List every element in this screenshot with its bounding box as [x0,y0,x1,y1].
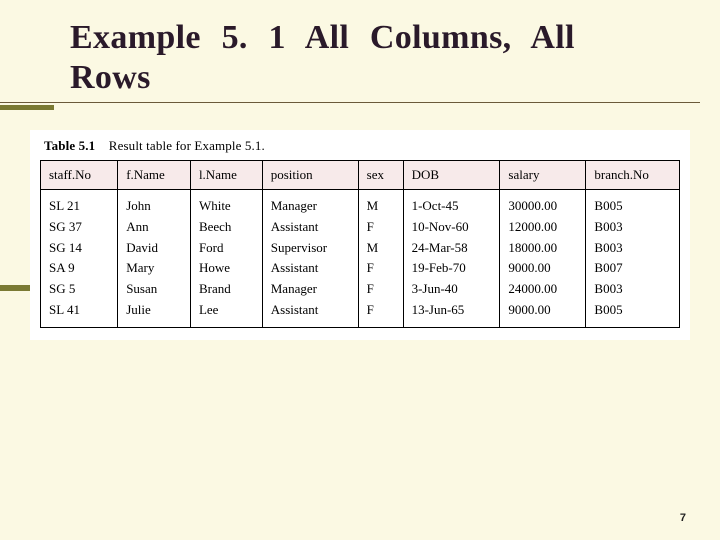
table-caption-label: Table 5.1 [44,138,95,153]
rule-thin [0,102,700,103]
cell-col5: 1-Oct-4510-Nov-6024-Mar-5819-Feb-703-Jun… [403,190,500,328]
col-header: l.Name [190,161,262,190]
rule-thick [0,105,54,110]
slide: Example 5. 1 All Columns, All Rows Table… [0,0,720,540]
col-header: position [262,161,358,190]
cell-col3: ManagerAssistantSupervisorAssistantManag… [262,190,358,328]
col-header: branch.No [586,161,680,190]
result-table: staff.No f.Name l.Name position sex DOB … [40,160,680,328]
col-header: salary [500,161,586,190]
cell-col2: WhiteBeechFordHoweBrandLee [190,190,262,328]
col-header: sex [358,161,403,190]
title-rule [0,102,720,110]
table-area: Table 5.1 Result table for Example 5.1. … [30,130,690,340]
cell-col1: JohnAnnDavidMarySusanJulie [118,190,191,328]
col-header: staff.No [41,161,118,190]
table-body: SL 21SG 37SG 14SA 9SG 5SL 41 JohnAnnDavi… [41,190,680,328]
accent-bar-left [0,285,30,291]
table-row: SL 21SG 37SG 14SA 9SG 5SL 41 JohnAnnDavi… [41,190,680,328]
cell-col0: SL 21SG 37SG 14SA 9SG 5SL 41 [41,190,118,328]
cell-col6: 30000.0012000.0018000.009000.0024000.009… [500,190,586,328]
table-caption: Table 5.1 Result table for Example 5.1. [44,138,680,154]
slide-title: Example 5. 1 All Columns, All Rows [0,18,720,98]
table-header-row: staff.No f.Name l.Name position sex DOB … [41,161,680,190]
cell-col7: B005B003B003B007B003B005 [586,190,680,328]
cell-col4: MFMFFF [358,190,403,328]
page-number: 7 [680,512,686,524]
table-caption-text: Result table for Example 5.1. [109,138,265,153]
col-header: f.Name [118,161,191,190]
col-header: DOB [403,161,500,190]
